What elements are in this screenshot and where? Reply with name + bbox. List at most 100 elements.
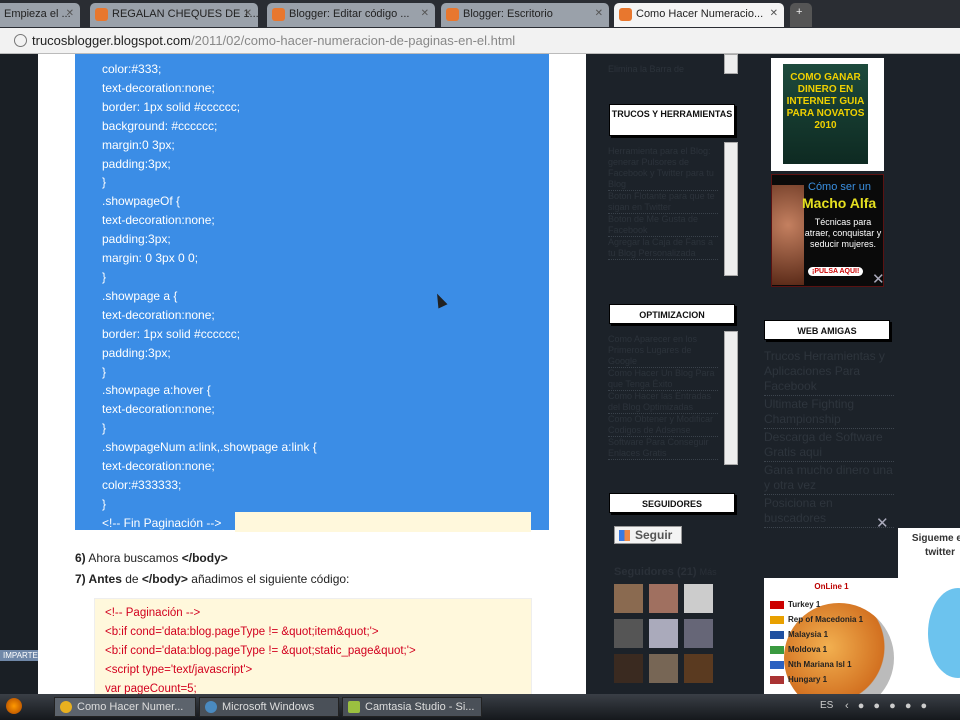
web-amigas-link[interactable]: Gana mucho dinero una y otra vez [764, 462, 894, 495]
close-icon[interactable]: ✕ [244, 8, 252, 19]
code-line: border: 1px solid #cccccc; [102, 326, 241, 341]
top-list-item[interactable]: Elimina la Barra de [608, 64, 708, 75]
code-line: padding:3px; [102, 232, 171, 247]
close-icon[interactable]: ✕ [595, 8, 603, 19]
optimizacion-link[interactable]: Como Hacer las Entradas del Blog Optimiz… [608, 391, 718, 414]
ad-macho-alfa[interactable]: Cómo ser un Macho Alfa Técnicas para atr… [771, 174, 884, 287]
follower-avatar[interactable] [614, 654, 643, 683]
url-path: /2011/02/como-hacer-numeracion-de-pagina… [190, 33, 516, 48]
edit-tool-icon[interactable]: ✕ [872, 270, 885, 288]
new-tab-button[interactable]: + [790, 3, 812, 27]
followers-label: Seguidores (21) [614, 566, 697, 578]
follower-avatar[interactable] [684, 619, 713, 648]
code-line: background: #cccccc; [102, 118, 218, 133]
code-line: padding:3px; [102, 156, 171, 171]
step-text: Ahora buscamos [85, 551, 182, 565]
web-amigas-link[interactable]: Ultimate Fighting Championship [764, 396, 894, 429]
follower-avatar[interactable] [614, 619, 643, 648]
start-button[interactable] [6, 698, 22, 714]
country-label: Malaysia 1 [788, 630, 829, 639]
instructions: 6) Ahora buscamos </body> 7) Antes de </… [75, 548, 349, 590]
ad-ganar-dinero[interactable]: COMO GANAR DINERO EN INTERNET GUIA PARA … [771, 58, 884, 171]
url-text[interactable]: trucosblogger.blogspot.com/2011/02/como-… [32, 33, 515, 48]
taskbar-item-camtasia[interactable]: Camtasia Studio - Si... [342, 697, 482, 717]
tab-label: REGALAN CHEQUES DE 1... [112, 8, 258, 20]
country-entry: Turkey 1 [770, 600, 820, 609]
close-icon[interactable]: ✕ [66, 8, 74, 19]
code-line: margin:0 3px; [102, 137, 175, 152]
ad-line2: Macho Alfa [802, 195, 877, 211]
optimizacion-link[interactable]: Como Obtener y Modificar Codigos de Adse… [608, 414, 718, 437]
optimizacion-link[interactable]: Como Aparecer en los Primeros Lugares de… [608, 334, 718, 368]
tab-regalan[interactable]: REGALAN CHEQUES DE 1... ✕ [90, 3, 258, 27]
address-bar[interactable]: trucosblogger.blogspot.com/2011/02/como-… [0, 28, 960, 54]
flag-icon [770, 615, 784, 624]
code-line: text-decoration:none; [102, 459, 215, 474]
web-amigas-list: Trucos Herramientas y Aplicaciones Para … [764, 348, 894, 528]
optimizacion-link[interactable]: Software Para Conseguir Enlaces Gratis [608, 437, 718, 460]
taskbar-item-windows[interactable]: Microsoft Windows [199, 697, 339, 717]
scrollbar[interactable] [724, 142, 738, 276]
close-icon[interactable]: ✕ [770, 8, 778, 19]
trucos-link[interactable]: Boton de Me Gusta de Facebook [608, 214, 718, 237]
tab-empieza[interactable]: Empieza el ... ✕ [0, 3, 80, 27]
follower-avatar[interactable] [684, 584, 713, 613]
code-line: text-decoration:none; [102, 307, 215, 322]
code-line: color:#333; [102, 62, 162, 76]
tab-blogger-editar[interactable]: Blogger: Editar código ... ✕ [267, 3, 435, 27]
language-indicator[interactable]: ES [820, 700, 833, 711]
trucos-link[interactable]: Agregar la Caja de Fans a tu Blog Person… [608, 237, 718, 260]
follower-avatar[interactable] [649, 619, 678, 648]
step-code: </body> [181, 551, 228, 565]
tab-label: Empieza el ... [4, 8, 71, 20]
twitter-text: Sigueme en twitter [911, 533, 960, 558]
scrollbar[interactable] [724, 331, 738, 465]
selected-code-block[interactable]: color:#333; text-decoration:none; border: … [75, 54, 549, 530]
follower-avatar[interactable] [649, 654, 678, 683]
country-entry: Hungary 1 [770, 675, 827, 684]
code-block[interactable]: <!-- Paginación --> <b:if cond='data:blog… [94, 598, 532, 694]
country-label: Nth Mariana Isl 1 [788, 660, 852, 669]
step-text: añadimos el siguiente código: [187, 572, 350, 586]
web-amigas-link[interactable]: Descarga de Software Gratis aqui [764, 429, 894, 462]
widget-title-trucos: TRUCOS Y HERRAMIENTAS [609, 104, 735, 136]
post-content: color:#333; text-decoration:none; border: … [38, 54, 586, 694]
follower-avatar[interactable] [684, 654, 713, 683]
flag-icon [770, 645, 784, 654]
optimizacion-link[interactable]: Como Hacer Un Blog Para que Tenga Éxito [608, 368, 718, 391]
tab-blogger-escritorio[interactable]: Blogger: Escritorio ✕ [441, 3, 609, 27]
code-block-end [235, 512, 531, 532]
trucos-link[interactable]: Boton Flotante para que te sigan en Twit… [608, 191, 718, 214]
widget-title-optimizacion: OPTIMIZACION [609, 304, 735, 324]
blogger-icon [446, 8, 459, 21]
close-icon[interactable]: ✕ [421, 8, 429, 19]
tab-label: Como Hacer Numeracio... [636, 8, 764, 20]
follower-avatar[interactable] [649, 584, 678, 613]
taskbar-item-chrome[interactable]: Como Hacer Numer... [54, 697, 196, 717]
scrollbar[interactable] [724, 54, 738, 74]
flag-icon [770, 660, 784, 669]
country-label: Hungary 1 [788, 675, 828, 684]
web-amigas-link[interactable]: Posiciona en buscadores [764, 495, 894, 528]
follow-label: Seguir [635, 528, 673, 542]
step-text: de [121, 572, 142, 586]
system-tray-icons[interactable]: ‹ ● ● ● ● ● [845, 700, 930, 712]
follower-avatar[interactable] [614, 584, 643, 613]
followers-more-link[interactable]: Más [700, 567, 717, 577]
online-visitors-widget[interactable]: OnLine 1 Turkey 1 Rep of Macedonia 1 Malay… [764, 578, 899, 694]
code-line: <script type='text/javascript'> [105, 664, 253, 676]
code-line: <b:if cond='data:blog.pageType != &quot;… [105, 645, 416, 657]
ad-button[interactable]: ¡PULSA AQUI! [808, 267, 864, 276]
trucos-link[interactable]: Herramienta para el Blog: generar Pulsor… [608, 146, 718, 191]
code-line: .showpage a:hover { [102, 383, 211, 398]
web-amigas-link[interactable]: Trucos Herramientas y Aplicaciones Para … [764, 348, 894, 396]
code-line: text-decoration:none; [102, 80, 215, 95]
ad-line3: Técnicas para atraer, conquistar y seduc… [804, 217, 882, 249]
twitter-follow-widget[interactable]: Sigueme en twitter [898, 528, 960, 694]
edit-tool-icon[interactable]: ✕ [876, 514, 889, 532]
follow-button[interactable]: Seguir [614, 526, 682, 544]
ad-photo [772, 185, 804, 285]
followers-count: Seguidores (21) Más [614, 566, 717, 578]
code-line: padding:3px; [102, 345, 171, 360]
tab-como-hacer[interactable]: Como Hacer Numeracio... ✕ [614, 3, 784, 27]
